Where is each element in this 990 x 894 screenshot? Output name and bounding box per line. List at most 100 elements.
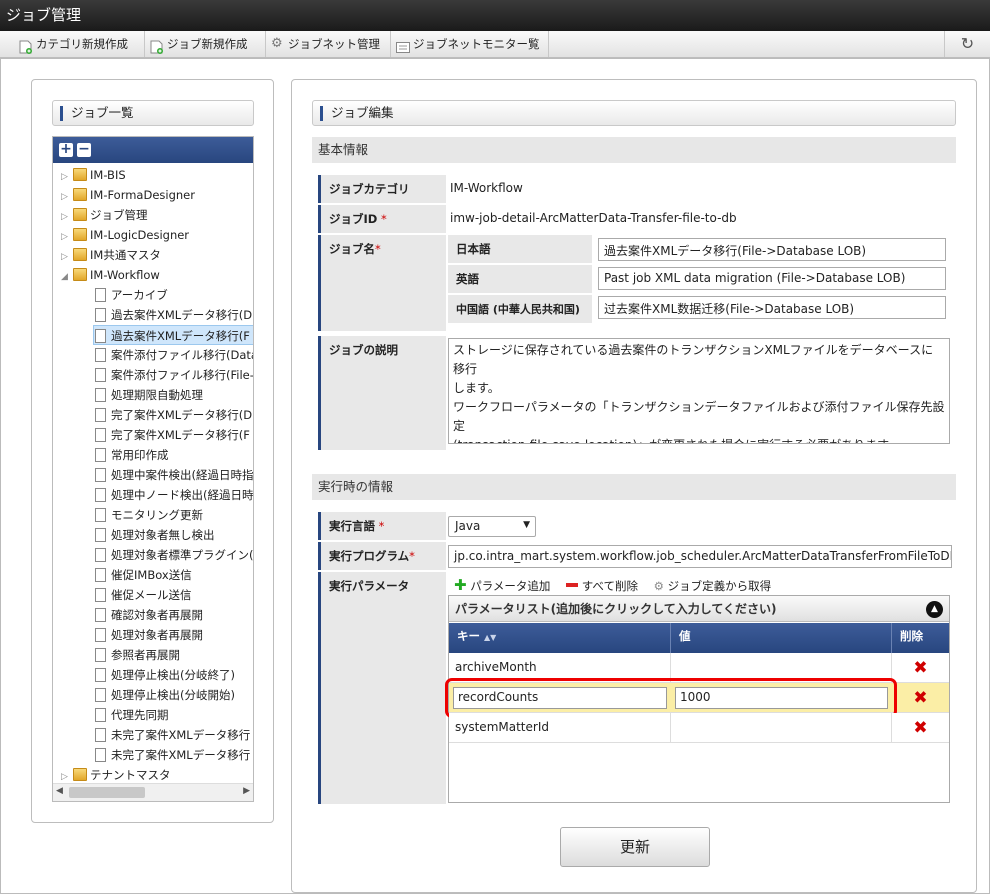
tree-item[interactable]: 参照者再展開 bbox=[95, 645, 180, 665]
tree-item[interactable]: 催促IMBox送信 bbox=[95, 565, 192, 585]
new-category-button[interactable]: カテゴリ新規作成 bbox=[14, 31, 145, 57]
document-icon bbox=[95, 628, 106, 642]
job-description-label: ジョブの説明 bbox=[318, 336, 446, 450]
tree-item-label: IM-Workflow bbox=[90, 268, 160, 282]
exec-language-select[interactable]: Java ▼ bbox=[448, 516, 536, 537]
param-key[interactable]: systemMatterId bbox=[449, 713, 671, 743]
document-icon bbox=[95, 708, 106, 722]
tree-item[interactable]: 処理対象者無し検出 bbox=[95, 525, 215, 545]
document-icon bbox=[95, 688, 106, 702]
tree-item[interactable]: アーカイブ bbox=[95, 285, 168, 305]
fetch-from-definition-label: ジョブ定義から取得 bbox=[667, 579, 772, 593]
basic-info-heading: 基本情報 bbox=[312, 137, 956, 163]
tree-item[interactable]: ▷ テナントマスタ bbox=[61, 765, 171, 785]
tree-item[interactable]: 処理期限自動処理 bbox=[95, 385, 203, 405]
document-icon bbox=[95, 548, 106, 562]
parameter-list-title: パラメータリスト(追加後にクリックして入力してください) ▲ bbox=[449, 596, 949, 622]
tree-item[interactable]: ▷ IM-BIS bbox=[61, 165, 126, 185]
tree-item[interactable]: ◢ IM-Workflow bbox=[61, 265, 160, 285]
refresh-button[interactable]: ↻ bbox=[944, 31, 990, 57]
tree-item[interactable]: 確認対象者再展開 bbox=[95, 605, 203, 625]
document-icon bbox=[95, 528, 106, 542]
job-description-textarea[interactable]: ストレージに保存されている過去案件のトランザクションXMLファイルをデータベース… bbox=[448, 338, 950, 444]
name-lang-ja: 日本語 bbox=[448, 235, 592, 263]
required-mark: * bbox=[409, 549, 415, 563]
collapsed-arrow-icon[interactable]: ▷ bbox=[61, 207, 73, 227]
tree-item[interactable]: ▷ IM-LogicDesigner bbox=[61, 225, 189, 245]
scroll-thumb[interactable] bbox=[69, 787, 145, 798]
name-input-en[interactable]: Past job XML data migration (File->Datab… bbox=[598, 267, 946, 290]
tree-item[interactable]: 完了案件XMLデータ移行(D bbox=[95, 405, 252, 425]
document-icon bbox=[95, 308, 106, 322]
add-parameter-label: パラメータ追加 bbox=[470, 579, 551, 593]
tree-item[interactable]: 案件添付ファイル移行(Data bbox=[95, 345, 253, 365]
jobnet-monitor-button[interactable]: ジョブネットモニター覧 bbox=[391, 31, 549, 57]
folder-icon bbox=[73, 268, 87, 281]
expanded-arrow-icon[interactable]: ◢ bbox=[61, 267, 73, 287]
scroll-left-icon[interactable]: ◀ bbox=[56, 786, 63, 796]
delete-row-icon[interactable]: ✖ bbox=[892, 713, 949, 743]
key-column-header[interactable]: キー ▲▼ bbox=[449, 623, 671, 653]
tree-item[interactable]: ▷ IM-FormaDesigner bbox=[61, 185, 195, 205]
name-input-ja[interactable]: 過去案件XMLデータ移行(File->Database LOB) bbox=[598, 238, 946, 261]
tree-item-label: IM-FormaDesigner bbox=[90, 188, 195, 202]
tree-item[interactable]: 過去案件XMLデータ移行(D bbox=[95, 305, 252, 325]
collapse-all-icon[interactable]: − bbox=[77, 142, 91, 157]
collapsed-arrow-icon[interactable]: ▷ bbox=[61, 247, 73, 267]
document-icon bbox=[95, 728, 106, 742]
exec-language-label-text: 実行言語 bbox=[329, 519, 375, 533]
tree-item[interactable]: 完了案件XMLデータ移行(F bbox=[95, 425, 250, 445]
tree-item[interactable]: ▷ IM共通マスタ bbox=[61, 245, 161, 265]
tree-item[interactable]: 過去案件XMLデータ移行(F bbox=[93, 325, 253, 345]
param-row[interactable]: systemMatterId ✖ bbox=[449, 713, 949, 743]
param-key[interactable]: archiveMonth bbox=[449, 653, 671, 683]
document-icon bbox=[95, 588, 106, 602]
param-row[interactable]: archiveMonth ✖ bbox=[449, 653, 949, 683]
param-key[interactable]: recordCounts bbox=[453, 687, 667, 709]
minus-icon bbox=[566, 583, 579, 587]
scroll-right-icon[interactable]: ▶ bbox=[243, 786, 250, 796]
tree-item[interactable]: 常用印作成 bbox=[95, 445, 169, 465]
collapsed-arrow-icon[interactable]: ▷ bbox=[61, 187, 73, 207]
tree-item[interactable]: 未完了案件XMLデータ移行 bbox=[95, 745, 250, 765]
document-icon bbox=[95, 388, 106, 402]
name-input-zh[interactable]: 过去案件XML数据迁移(File->Database LOB) bbox=[598, 296, 946, 319]
param-value[interactable] bbox=[671, 653, 892, 683]
delete-row-icon[interactable]: ✖ bbox=[892, 653, 949, 683]
jobnet-manage-button[interactable]: ⚙ ジョブネット管理 bbox=[266, 31, 391, 57]
param-value[interactable]: 1000 bbox=[675, 687, 888, 709]
tree-item[interactable]: 処理中ノード検出(経過日時 bbox=[95, 485, 253, 505]
expand-all-icon[interactable]: + bbox=[59, 142, 73, 157]
collapsed-arrow-icon[interactable]: ▷ bbox=[61, 167, 73, 187]
tree-item[interactable]: ▷ ジョブ管理 bbox=[61, 205, 148, 225]
tree-item[interactable]: 案件添付ファイル移行(File- bbox=[95, 365, 253, 385]
add-parameter-button[interactable]: ✚ パラメータ追加 bbox=[454, 576, 551, 594]
tree-item-label: 常用印作成 bbox=[111, 448, 169, 462]
delete-all-button[interactable]: すべて削除 bbox=[566, 579, 638, 593]
param-value[interactable] bbox=[671, 713, 892, 743]
tree-item[interactable]: 処理対象者標準プラグイン( bbox=[95, 545, 253, 565]
tree-item-label: 過去案件XMLデータ移行(D bbox=[111, 308, 253, 322]
horizontal-scrollbar[interactable]: ◀ ▶ bbox=[53, 783, 253, 801]
tree-item[interactable]: 処理中案件検出(経過日時指 bbox=[95, 465, 253, 485]
tree-item[interactable]: 代理先同期 bbox=[95, 705, 169, 725]
sort-icon: ▲▼ bbox=[484, 633, 497, 642]
job-list-heading: ジョブ一覧 bbox=[52, 100, 254, 126]
update-button[interactable]: 更新 bbox=[560, 827, 710, 867]
exec-program-input[interactable]: jp.co.intra_mart.system.workflow.job_sch… bbox=[448, 545, 952, 568]
tree-item[interactable]: モニタリング更新 bbox=[95, 505, 203, 525]
param-row[interactable]: recordCounts 1000 ✖ bbox=[449, 683, 949, 713]
tree-item[interactable]: 処理対象者再展開 bbox=[95, 625, 203, 645]
tree-item[interactable]: 未完了案件XMLデータ移行 bbox=[95, 725, 250, 745]
delete-row-icon[interactable]: ✖ bbox=[892, 683, 949, 713]
tree-item[interactable]: 催促メール送信 bbox=[95, 585, 192, 605]
tree-item[interactable]: 処理停止検出(分岐開始) bbox=[95, 685, 235, 705]
collapsed-arrow-icon[interactable]: ▷ bbox=[61, 227, 73, 247]
new-job-button[interactable]: ジョブ新規作成 bbox=[145, 31, 266, 57]
collapse-list-icon[interactable]: ▲ bbox=[926, 601, 943, 618]
tree-item[interactable]: 処理停止検出(分岐終了) bbox=[95, 665, 235, 685]
fetch-from-definition-button[interactable]: ⚙ ジョブ定義から取得 bbox=[654, 579, 771, 593]
document-icon bbox=[95, 668, 106, 682]
tree-item-label: 代理先同期 bbox=[111, 708, 169, 722]
document-icon bbox=[95, 428, 106, 442]
